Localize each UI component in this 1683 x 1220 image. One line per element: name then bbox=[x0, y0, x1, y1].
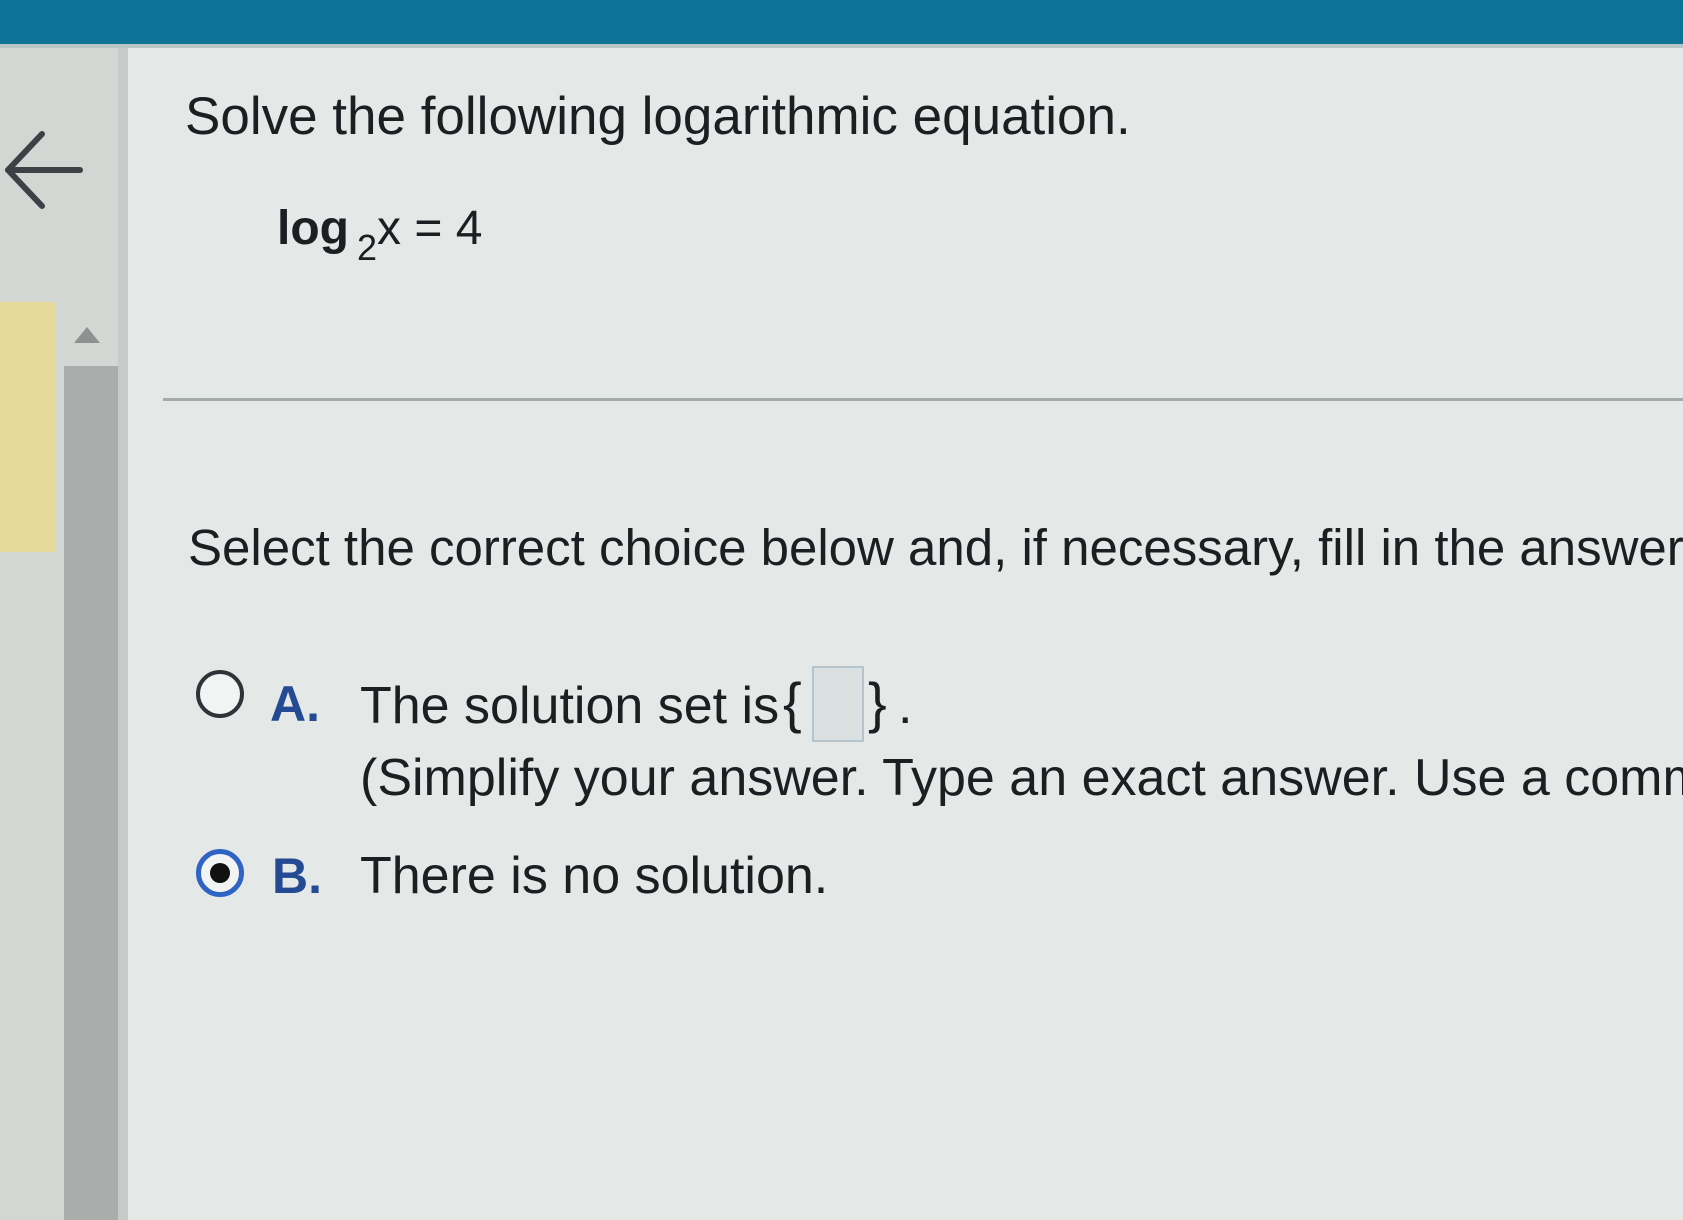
scroll-up-arrow-icon[interactable] bbox=[72, 325, 102, 347]
brace-open: { bbox=[783, 671, 802, 734]
radio-selected-dot bbox=[210, 863, 230, 883]
equation-rest: x = 4 bbox=[377, 202, 483, 255]
equation-log: log bbox=[277, 202, 349, 255]
progress-marker bbox=[0, 302, 56, 552]
choice-a-radio[interactable] bbox=[196, 670, 244, 718]
solution-set-input[interactable] bbox=[812, 666, 864, 742]
choice-b-text: There is no solution. bbox=[360, 847, 829, 905]
equation-base: 2 bbox=[356, 227, 378, 268]
choice-a-letter: A. bbox=[270, 676, 320, 732]
choice-b-radio[interactable] bbox=[196, 849, 244, 897]
choice-a-text: The solution set is bbox=[360, 677, 780, 735]
choice-a-hint: (Simplify your answer. Type an exact ans… bbox=[360, 749, 1683, 807]
section-divider bbox=[163, 398, 1683, 401]
scrollbar-thumb[interactable] bbox=[64, 366, 118, 1220]
choice-b-letter: B. bbox=[272, 848, 322, 904]
choice-a-period: . bbox=[898, 677, 913, 735]
top-bar bbox=[0, 0, 1683, 44]
brace-close: } bbox=[868, 671, 887, 734]
rail-border bbox=[118, 48, 128, 1220]
instruction-text: Select the correct choice below and, if … bbox=[188, 519, 1683, 576]
back-arrow-icon[interactable] bbox=[2, 128, 84, 212]
equation: log 2x = 4 bbox=[277, 205, 482, 266]
question-title: Solve the following logarithmic equation… bbox=[185, 87, 1131, 146]
